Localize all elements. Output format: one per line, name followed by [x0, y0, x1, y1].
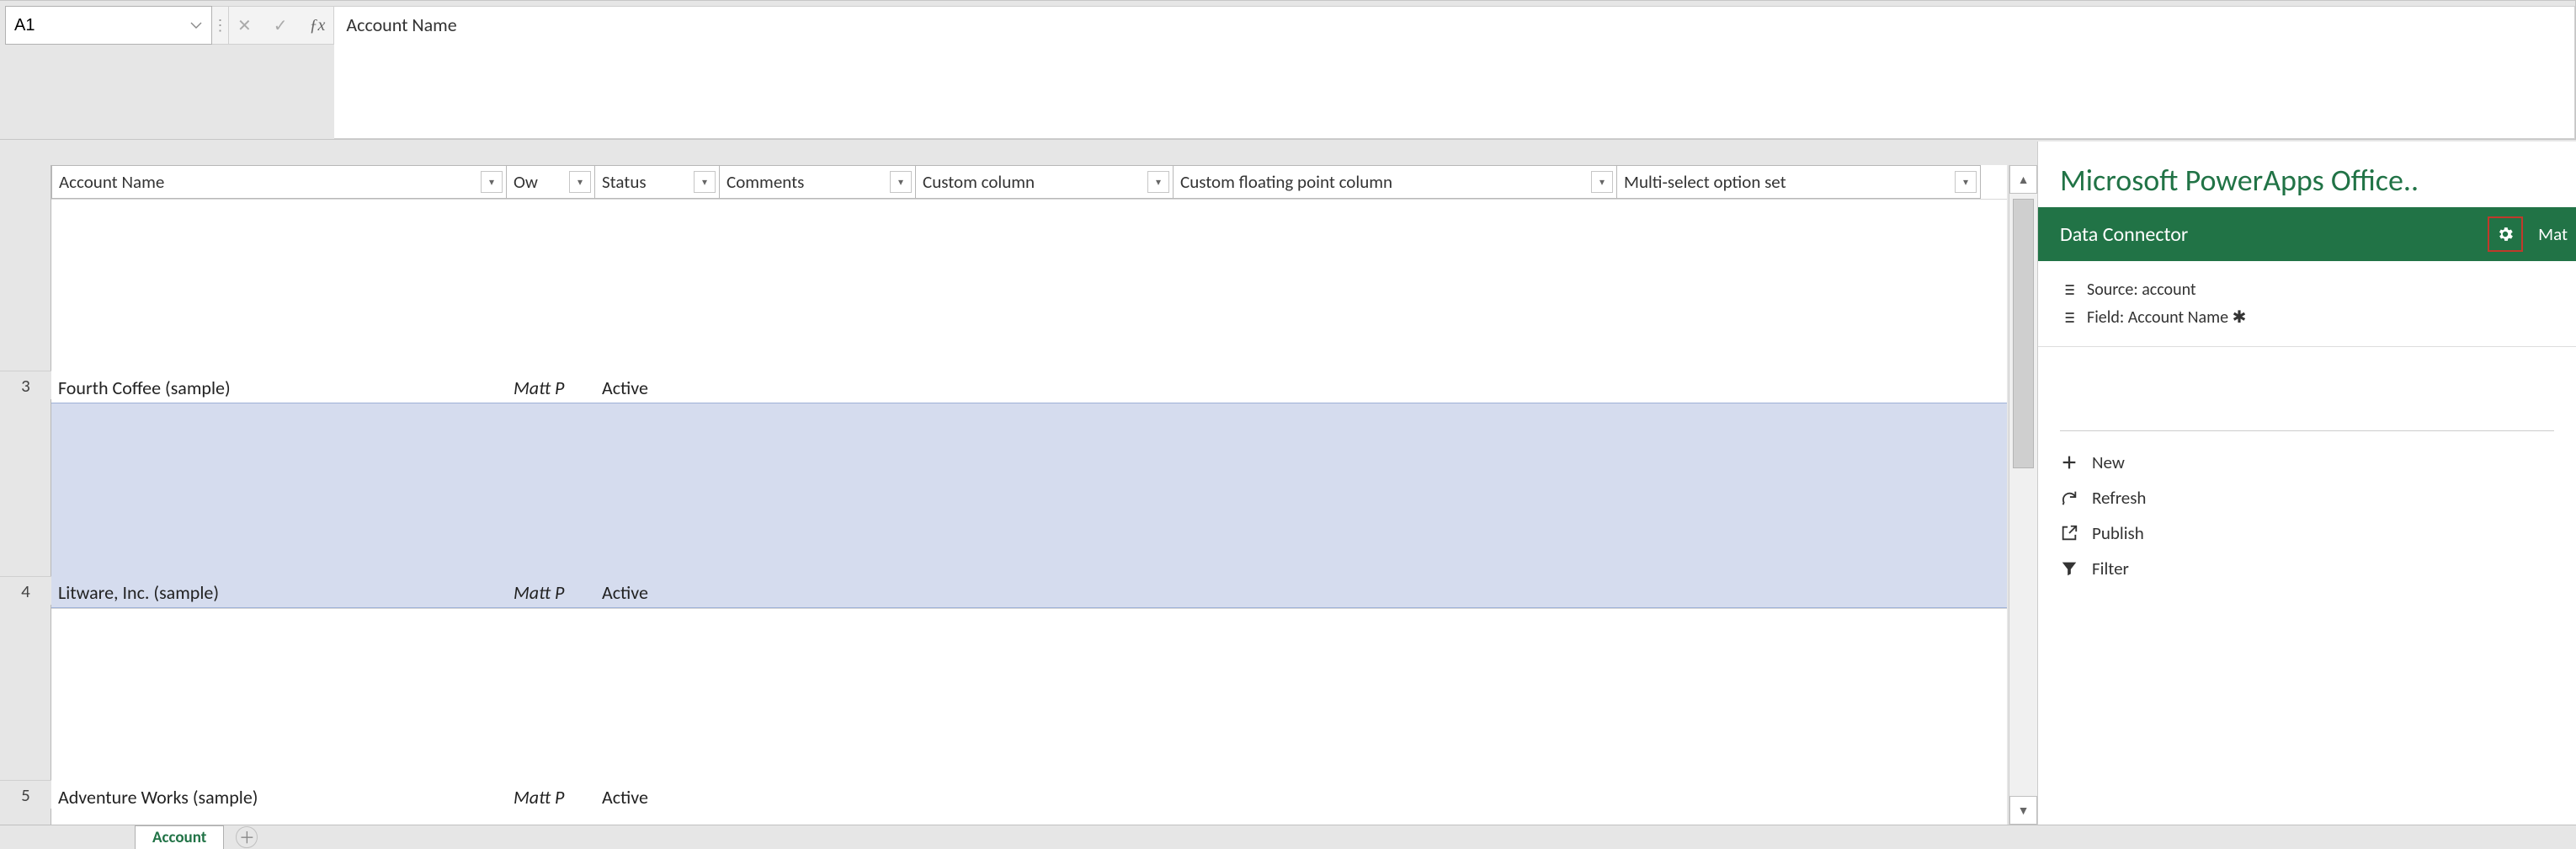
cell[interactable]: Matt P — [507, 200, 595, 403]
list-icon — [2060, 281, 2077, 298]
plus-icon — [2060, 453, 2078, 472]
grid-body: Fourth Coffee (sample)Matt PActiveLitwar… — [51, 199, 2007, 825]
filter-icon — [2060, 559, 2078, 578]
new-label: New — [2092, 451, 2125, 473]
panel-info: Source: account Field: Account Name ✱ — [2038, 261, 2576, 347]
cell[interactable] — [916, 609, 1174, 812]
column-headers: Account Name▾Ow▾Status▾Comments▾Custom c… — [51, 165, 2007, 199]
column-header[interactable]: Status ▾ — [595, 165, 720, 199]
scroll-down-button[interactable]: ▼ — [2009, 796, 2037, 825]
cell[interactable] — [1174, 609, 1617, 812]
cell[interactable]: Fourth Coffee (sample) — [51, 200, 507, 403]
column-header[interactable]: Account Name ▾ — [51, 165, 507, 199]
cell[interactable] — [1617, 200, 1981, 403]
publish-button[interactable]: Publish — [2060, 515, 2554, 551]
column-header[interactable]: Comments ▾ — [720, 165, 916, 199]
formula-input[interactable]: Account Name — [334, 6, 2575, 139]
new-button[interactable]: New — [2060, 445, 2554, 480]
row-gutter: 3 4 5 — [0, 165, 51, 825]
column-header-label: Comments — [726, 171, 804, 193]
cell[interactable]: Matt P — [507, 403, 595, 607]
refresh-label: Refresh — [2092, 487, 2146, 509]
row-number[interactable]: 5 — [0, 780, 51, 809]
panel-header-bar: Data Connector Mat — [2038, 207, 2576, 261]
cell[interactable] — [916, 403, 1174, 607]
cancel-formula-icon[interactable]: ✕ — [237, 15, 252, 36]
table-row[interactable]: Fourth Coffee (sample)Matt PActive — [51, 199, 2007, 403]
scroll-up-button[interactable]: ▲ — [2009, 165, 2037, 194]
gear-icon — [2496, 225, 2515, 243]
cell[interactable]: Active — [595, 200, 720, 403]
panel-bar-title: Data Connector — [2060, 222, 2188, 247]
row-number[interactable]: 4 — [0, 576, 51, 605]
column-header-label: Custom column — [923, 171, 1035, 193]
formula-bar-expand-icon[interactable]: ⋮ — [212, 6, 229, 45]
info-field: Field: Account Name ✱ — [2060, 303, 2554, 331]
cell[interactable] — [720, 403, 916, 607]
fx-icon[interactable]: ƒx — [310, 16, 326, 35]
list-icon — [2060, 309, 2077, 326]
accept-formula-icon[interactable]: ✓ — [274, 15, 288, 36]
table-row[interactable]: Adventure Works (sample)Matt PActive — [51, 608, 2007, 812]
cell[interactable] — [720, 609, 916, 812]
refresh-button[interactable]: Refresh — [2060, 480, 2554, 515]
panel-title: Microsoft PowerApps Office.. — [2038, 142, 2576, 207]
column-header-label: Custom floating point column — [1180, 171, 1392, 193]
cell[interactable]: Litware, Inc. (sample) — [51, 403, 507, 607]
filter-dropdown-icon[interactable]: ▾ — [1955, 171, 1977, 193]
info-field-text: Field: Account Name ✱ — [2087, 307, 2246, 328]
filter-button[interactable]: Filter — [2060, 551, 2554, 586]
formula-bar: ⋮ ✕ ✓ ƒx Account Name — [0, 0, 2576, 140]
info-source: Source: account — [2060, 276, 2554, 303]
filter-dropdown-icon[interactable]: ▾ — [1591, 171, 1613, 193]
name-box-input[interactable] — [14, 16, 166, 35]
filter-label: Filter — [2092, 558, 2129, 579]
cell[interactable]: Adventure Works (sample) — [51, 609, 507, 812]
publish-icon — [2060, 524, 2078, 542]
column-header-label: Ow — [514, 171, 538, 193]
column-header[interactable]: Custom column ▾ — [916, 165, 1174, 199]
sheet-tab-account[interactable]: Account — [135, 825, 224, 849]
column-header-label: Account Name — [59, 171, 164, 193]
panel-actions: New Refresh Publish Filter — [2038, 431, 2576, 600]
cell[interactable]: Active — [595, 609, 720, 812]
cell[interactable] — [1617, 609, 1981, 812]
publish-label: Publish — [2092, 522, 2144, 544]
row-number[interactable]: 3 — [0, 371, 51, 399]
cell[interactable] — [1174, 200, 1617, 403]
column-header[interactable]: Multi-select option set ▾ — [1617, 165, 1981, 199]
name-box-dropdown[interactable] — [184, 12, 208, 39]
settings-button[interactable] — [2488, 216, 2523, 252]
filter-dropdown-icon[interactable]: ▾ — [569, 171, 591, 193]
cell[interactable] — [916, 200, 1174, 403]
spreadsheet-grid: 345 Account Name▾Ow▾Status▾Comments▾Cust… — [0, 142, 2037, 825]
panel-user-label: Mat — [2538, 223, 2568, 245]
filter-dropdown-icon[interactable]: ▾ — [694, 171, 716, 193]
cell[interactable] — [720, 200, 916, 403]
sheet-tabs: Account ＋ — [0, 825, 2576, 848]
info-source-text: Source: account — [2087, 280, 2196, 300]
column-header[interactable]: Custom floating point column ▾ — [1174, 165, 1617, 199]
name-box[interactable] — [5, 6, 212, 45]
cell[interactable] — [1174, 403, 1617, 607]
cell[interactable] — [1617, 403, 1981, 607]
column-header-label: Multi-select option set — [1624, 171, 1786, 193]
filter-dropdown-icon[interactable]: ▾ — [890, 171, 912, 193]
table-row[interactable]: Litware, Inc. (sample)Matt PActive — [51, 403, 2007, 608]
filter-dropdown-icon[interactable]: ▾ — [481, 171, 503, 193]
vertical-scrollbar[interactable]: ▲ ▼ — [2009, 165, 2037, 825]
scroll-thumb[interactable] — [2013, 199, 2034, 468]
formula-text: Account Name — [346, 13, 456, 36]
cell[interactable]: Active — [595, 403, 720, 607]
filter-dropdown-icon[interactable]: ▾ — [1147, 171, 1169, 193]
column-header[interactable]: Ow ▾ — [507, 165, 595, 199]
add-sheet-button[interactable]: ＋ — [236, 826, 258, 848]
formula-controls: ✕ ✓ ƒx — [229, 6, 334, 45]
cell[interactable]: Matt P — [507, 609, 595, 812]
refresh-icon — [2060, 489, 2078, 507]
column-header-label: Status — [602, 171, 647, 193]
powerapps-panel: Microsoft PowerApps Office.. Data Connec… — [2037, 142, 2576, 825]
